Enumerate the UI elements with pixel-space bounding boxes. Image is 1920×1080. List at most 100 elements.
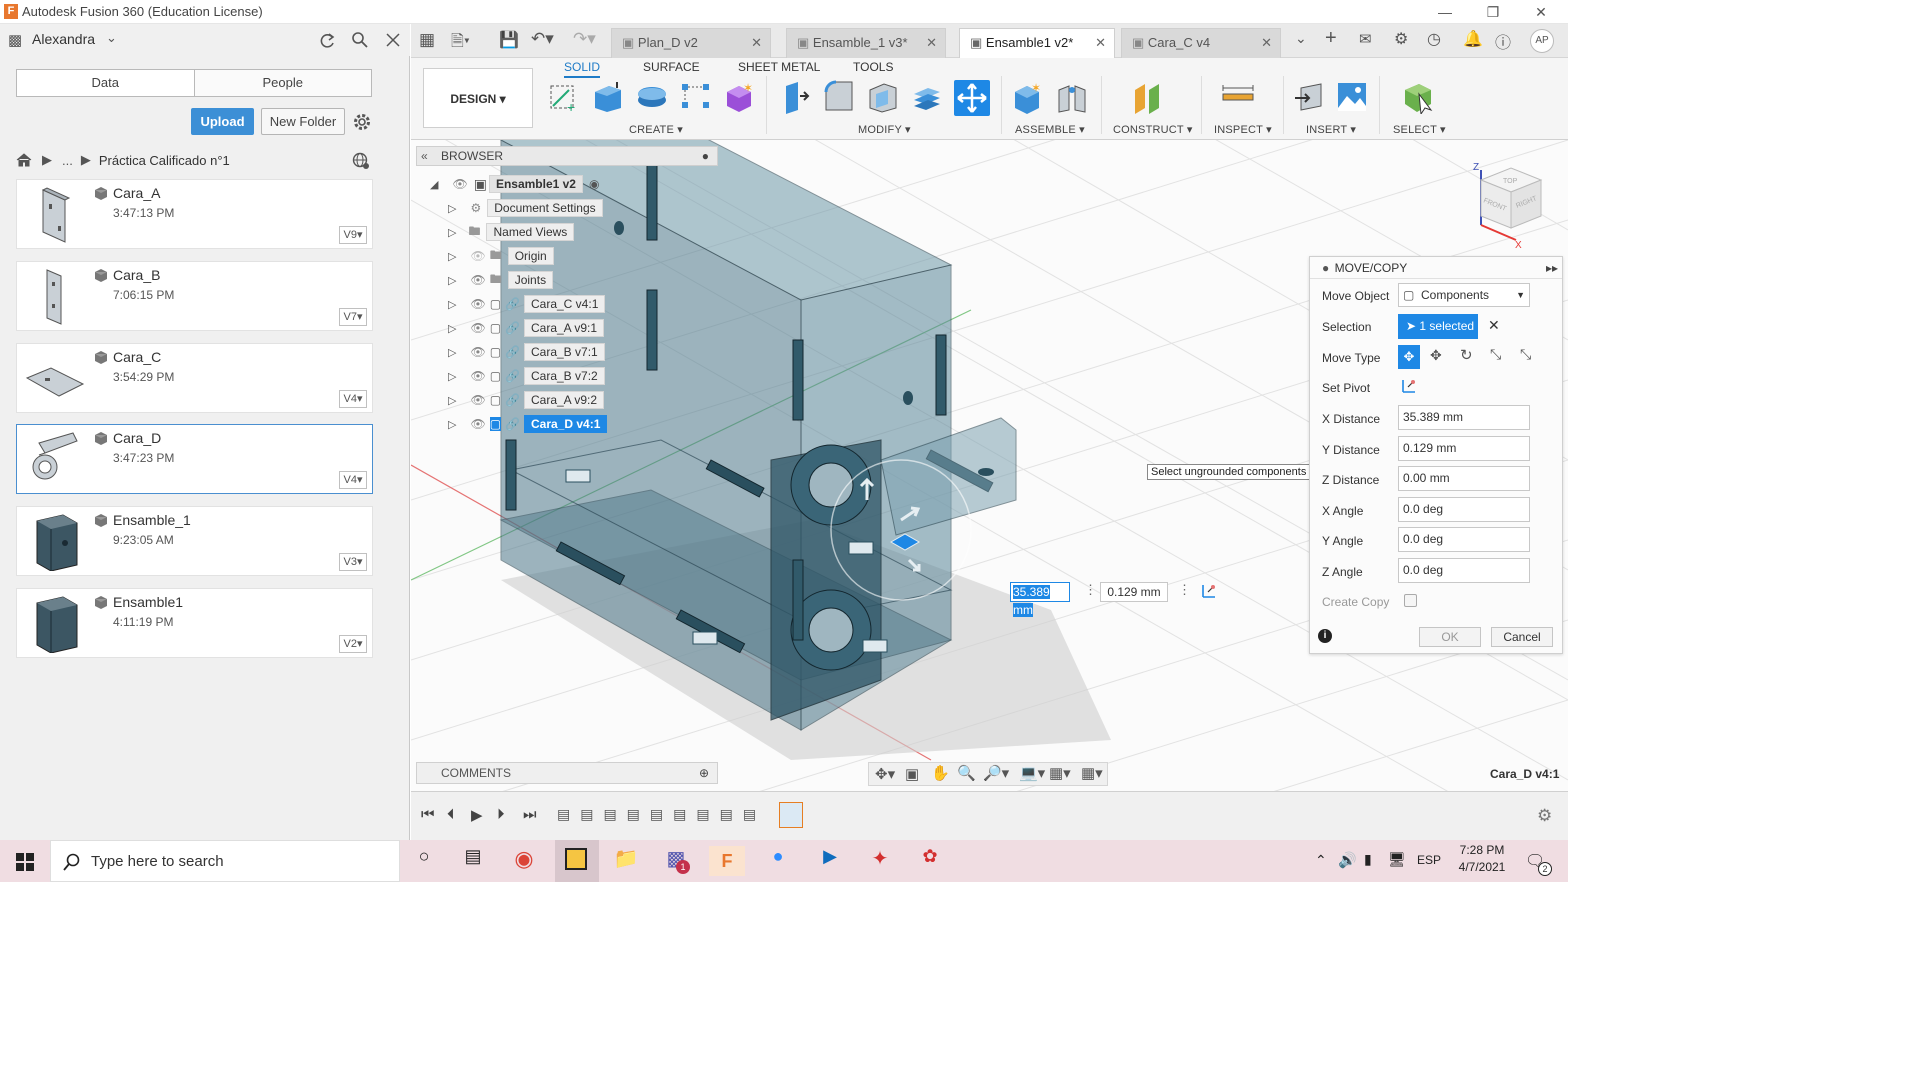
set-pivot-icon[interactable]	[1200, 582, 1218, 600]
grid-settings-icon[interactable]: ▦▾	[1049, 764, 1071, 782]
close-tab-icon[interactable]: ✕	[1261, 29, 1272, 57]
taskbar-search[interactable]: Type here to search	[50, 840, 400, 882]
tab-data[interactable]: Data	[17, 70, 195, 96]
comment-icon[interactable]: ✉	[1359, 30, 1372, 48]
hole-icon[interactable]	[679, 80, 713, 114]
dialog-minimize-icon[interactable]: ●	[1322, 261, 1329, 275]
tree-item-component-selected[interactable]: ▷ 👁 ▢ 🔗 Cara_D v4:1	[448, 412, 670, 436]
file-name[interactable]: Cara_C	[113, 349, 161, 365]
file-name[interactable]: Cara_A	[113, 185, 160, 201]
tree-item[interactable]: ▷ ⚙ Document Settings	[448, 196, 670, 220]
close-panel-icon[interactable]	[385, 32, 401, 48]
offset-plane-icon[interactable]	[1131, 80, 1165, 114]
user-name[interactable]: Alexandra	[32, 31, 95, 47]
close-tab-icon[interactable]: ✕	[751, 29, 762, 57]
activate-radio-icon[interactable]: ◉	[589, 177, 599, 191]
expand-arrow-icon[interactable]: ▷	[448, 226, 456, 239]
zoom-icon[interactable]: 🔍	[957, 764, 976, 782]
grid-menu-icon[interactable]: ▦	[419, 30, 435, 50]
inline-y-distance-input[interactable]: 0.129 mm	[1100, 582, 1168, 602]
restore-button[interactable]: ❐	[1470, 2, 1516, 22]
help-icon[interactable]: ⓘ	[1495, 29, 1511, 53]
ok-button[interactable]: OK	[1419, 627, 1481, 647]
visibility-eye-icon[interactable]: 👁	[452, 177, 467, 191]
file-card[interactable]: Cara_C 3:54:29 PM V4▾	[16, 343, 373, 413]
joint-marker[interactable]	[565, 469, 591, 483]
cortana-icon[interactable]: ○	[406, 846, 442, 876]
tree-item-component[interactable]: ▷ 👁 ▢ 🔗 Cara_B v7:2	[448, 364, 670, 388]
look-at-icon[interactable]: ▣	[905, 765, 919, 783]
refresh-icon[interactable]	[318, 32, 336, 50]
gear-icon[interactable]	[352, 112, 372, 132]
job-status-icon[interactable]: ◷	[1427, 29, 1441, 49]
insert-group-label[interactable]: INSERT ▾	[1306, 123, 1356, 136]
tree-item-component[interactable]: ▷ 👁 ▢ 🔗 Cara_A v9:1	[448, 316, 670, 340]
x-angle-input[interactable]: 0.0 deg	[1398, 497, 1530, 522]
tab-ensamble-1[interactable]: ▣ Ensamble_1 v3* ✕	[786, 28, 946, 58]
browser-minimize-icon[interactable]: ●	[702, 147, 709, 165]
globe-share-icon[interactable]	[352, 152, 370, 170]
expand-arrow-icon[interactable]: ▷	[448, 370, 456, 383]
visibility-eye-icon[interactable]: 👁	[470, 297, 485, 311]
play-icon[interactable]: ▶	[471, 806, 483, 824]
z-angle-input[interactable]: 0.0 deg	[1398, 558, 1530, 583]
collapse-arrow-icon[interactable]: ◢	[430, 178, 438, 191]
task-view-icon[interactable]: ▤	[455, 846, 491, 876]
windows-start-icon[interactable]	[16, 853, 34, 871]
create-group-label[interactable]: CREATE ▾	[629, 123, 683, 136]
dialog-header[interactable]: ● MOVE/COPY ▸▸	[1310, 257, 1562, 279]
taskbar-active-app[interactable]	[555, 840, 599, 882]
assemble-group-label[interactable]: ASSEMBLE ▾	[1015, 123, 1085, 136]
create-copy-checkbox[interactable]	[1404, 594, 1417, 607]
visibility-eye-icon[interactable]: 👁	[470, 321, 485, 335]
zoom-app-icon[interactable]: ●	[760, 846, 796, 876]
file-menu-icon[interactable]: 🗎▾	[451, 30, 470, 57]
expand-arrow-icon[interactable]: ▷	[448, 322, 456, 335]
fillet-icon[interactable]	[822, 80, 856, 114]
notifications-icon[interactable]: 🔔	[1463, 29, 1483, 49]
upload-button[interactable]: Upload	[191, 108, 254, 135]
avatar[interactable]: AP	[1530, 29, 1554, 53]
tab-sheet-metal[interactable]: SHEET METAL	[738, 60, 820, 74]
tab-ensamble1-active[interactable]: ▣ Ensamble1 v2* ✕	[959, 28, 1115, 58]
select-icon[interactable]	[1401, 80, 1435, 114]
kebab-icon[interactable]: ⋮	[1178, 582, 1191, 598]
file-card[interactable]: Ensamble1 4:11:19 PM V2▾	[16, 588, 373, 658]
modify-group-label[interactable]: MODIFY ▾	[858, 123, 911, 136]
inspect-group-label[interactable]: INSPECT ▾	[1214, 123, 1272, 136]
create-sketch-icon[interactable]: +	[547, 80, 581, 114]
undo-icon[interactable]: ↶▾	[531, 29, 554, 49]
version-badge[interactable]: V2▾	[339, 635, 367, 653]
point-to-point-icon[interactable]: ⤡	[1490, 346, 1501, 363]
file-card[interactable]: Ensamble_1 9:23:05 AM V3▾	[16, 506, 373, 576]
version-badge[interactable]: V4▾	[339, 471, 367, 489]
hidden-eye-icon[interactable]: 👁	[470, 249, 485, 263]
fit-icon[interactable]: 🔎▾	[983, 764, 1009, 782]
expand-arrow-icon[interactable]: ▷	[448, 346, 456, 359]
version-badge[interactable]: V4▾	[339, 390, 367, 408]
timeline-settings-icon[interactable]: ⚙	[1537, 806, 1552, 826]
visibility-eye-icon[interactable]: 👁	[470, 273, 485, 287]
battery-icon[interactable]: ▮	[1364, 851, 1372, 868]
minimize-button[interactable]: —	[1422, 2, 1468, 22]
tree-item[interactable]: ▷ 👁 🖿 Origin	[448, 244, 670, 268]
tab-surface[interactable]: SURFACE	[643, 60, 700, 74]
search-icon[interactable]	[351, 31, 369, 49]
close-window-button[interactable]: ✕	[1518, 2, 1564, 22]
scanner-app-icon[interactable]: ✿	[912, 846, 948, 876]
press-pull-icon[interactable]	[778, 80, 812, 114]
select-group-label[interactable]: SELECT ▾	[1393, 123, 1446, 136]
tab-plan-d[interactable]: ▣ Plan_D v2 ✕	[611, 28, 771, 58]
network-icon[interactable]: 🖥	[1388, 851, 1406, 868]
free-move-icon[interactable]: ✥	[1398, 345, 1420, 369]
file-name[interactable]: Ensamble1	[113, 594, 183, 610]
tree-item-component[interactable]: ▷ 👁 ▢ 🔗 Cara_B v7:1	[448, 340, 670, 364]
volume-icon[interactable]: 🔊	[1338, 851, 1357, 869]
measure-icon[interactable]	[1221, 80, 1255, 114]
info-icon[interactable]: i	[1318, 629, 1332, 643]
z-distance-input[interactable]: 0.00 mm	[1398, 466, 1530, 491]
tree-item[interactable]: ▷ 👁 🖿 Joints	[448, 268, 670, 292]
viewcube[interactable]: Z X TOP FRONT RIGHT	[1473, 162, 1543, 251]
orbit-icon[interactable]: ✥▾	[875, 765, 895, 783]
insert-derive-icon[interactable]	[1293, 80, 1327, 114]
